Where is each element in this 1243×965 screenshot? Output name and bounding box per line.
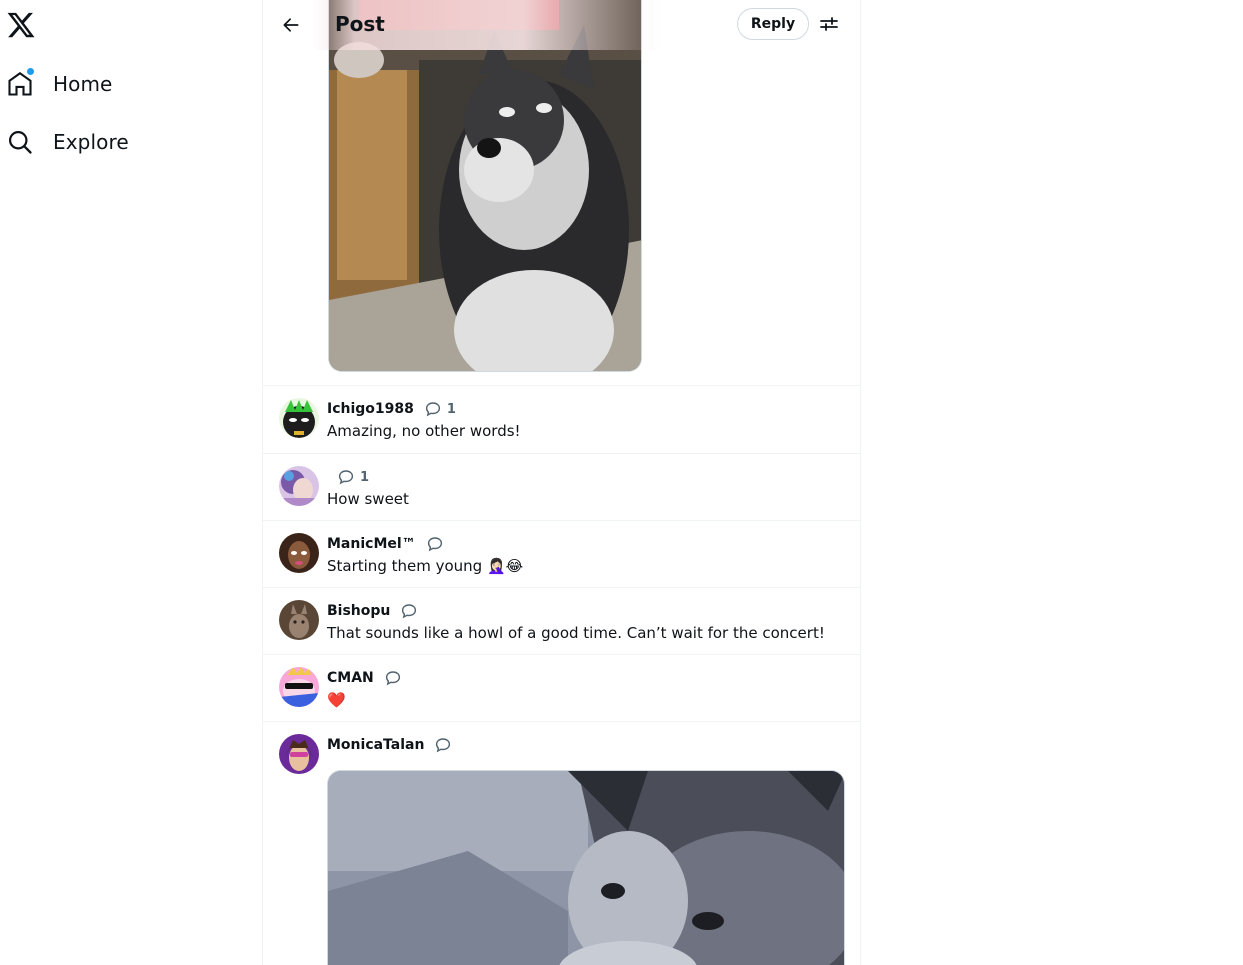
- post-column: Post Reply Ichigo1988 1 Amazing, no othe…: [262, 0, 861, 965]
- notification-dot: [27, 68, 34, 75]
- back-arrow-icon[interactable]: [277, 11, 305, 39]
- reply-text: ❤️: [327, 691, 346, 709]
- x-logo-icon[interactable]: [6, 10, 36, 40]
- avatar[interactable]: [279, 600, 319, 640]
- comment-icon[interactable]: [434, 736, 452, 754]
- reply-item[interactable]: ManicMel™ Starting them young 🤦🏻‍♀️😂: [263, 521, 860, 588]
- reply-username[interactable]: Ichigo1988: [327, 401, 414, 417]
- reply-username[interactable]: ManicMel™: [327, 536, 416, 552]
- comment-count: 1: [446, 401, 456, 417]
- nav-explore[interactable]: Explore: [6, 122, 129, 162]
- page-title: Post: [335, 12, 385, 36]
- nav-home[interactable]: Home: [6, 64, 112, 104]
- search-icon: [6, 128, 34, 156]
- post-header: Post Reply: [263, 0, 860, 50]
- home-icon: [6, 68, 34, 98]
- reply-item[interactable]: Ichigo1988 1 Amazing, no other words!: [263, 386, 860, 454]
- reply-item[interactable]: CMAN ❤️: [263, 655, 860, 722]
- comment-icon[interactable]: [424, 400, 442, 418]
- reply-username[interactable]: Bishopu: [327, 603, 390, 619]
- reply-text: Starting them young 🤦🏻‍♀️😂: [327, 557, 524, 575]
- comment-icon[interactable]: [337, 468, 355, 486]
- reply-username[interactable]: MonicaTalan: [327, 737, 424, 753]
- left-nav: Home Explore: [0, 0, 262, 965]
- sliders-icon[interactable]: [817, 12, 841, 36]
- reply-username[interactable]: CMAN: [327, 670, 374, 686]
- comment-icon[interactable]: [400, 602, 418, 620]
- reply-item[interactable]: MonicaTalan: [263, 722, 860, 965]
- avatar[interactable]: [279, 734, 319, 774]
- reply-text: Amazing, no other words!: [327, 422, 521, 440]
- reply-button[interactable]: Reply: [737, 8, 809, 40]
- post-media[interactable]: [328, 0, 642, 372]
- avatar[interactable]: [279, 398, 319, 438]
- comment-icon[interactable]: [384, 669, 402, 687]
- nav-home-label: Home: [53, 72, 113, 96]
- reply-item[interactable]: 1 How sweet: [263, 454, 860, 521]
- reply-item[interactable]: Bishopu That sounds like a howl of a goo…: [263, 588, 860, 655]
- avatar[interactable]: [279, 466, 319, 506]
- avatar[interactable]: [279, 667, 319, 707]
- avatar[interactable]: [279, 533, 319, 573]
- reply-text: How sweet: [327, 490, 409, 508]
- comment-icon[interactable]: [426, 535, 444, 553]
- reply-media[interactable]: [327, 770, 845, 965]
- reply-text: That sounds like a howl of a good time. …: [327, 624, 825, 642]
- comment-count: 1: [360, 469, 370, 485]
- nav-explore-label: Explore: [53, 130, 129, 154]
